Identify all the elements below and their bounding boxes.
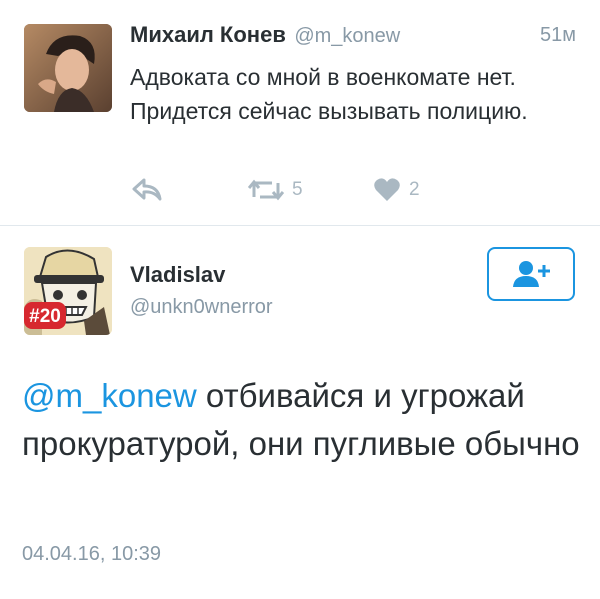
- avatar[interactable]: #20: [24, 247, 112, 335]
- retweet-icon: [248, 179, 284, 201]
- user-photo-avatar-icon: [24, 24, 112, 112]
- reply-button[interactable]: [132, 172, 162, 208]
- retweet-button[interactable]: 5: [248, 172, 303, 208]
- tweet-text: @m_konew отбивайся и угрожай прокуратуро…: [22, 372, 582, 468]
- tweet-header: Михаил Конев @m_konew 51м: [130, 22, 576, 56]
- avatar[interactable]: [24, 24, 112, 112]
- mention-link[interactable]: @m_konew: [22, 377, 197, 414]
- author-name[interactable]: Vladislav: [130, 262, 225, 288]
- add-user-icon: [513, 261, 550, 287]
- timestamp[interactable]: 51м: [540, 24, 576, 47]
- avatar-badge: #20: [29, 306, 61, 327]
- reply-icon: [132, 178, 162, 201]
- cartoon-avatar-icon: #20: [24, 247, 112, 335]
- author-name[interactable]: Михаил Конев: [130, 22, 286, 47]
- retweet-count: 5: [292, 179, 303, 200]
- tweet-actions: 5 2: [130, 172, 530, 208]
- tweet-text: Адвоката со мной в военкомате нет. Приде…: [130, 64, 528, 124]
- like-button[interactable]: 2: [373, 172, 420, 208]
- parent-tweet[interactable]: Михаил Конев @m_konew 51м Адвоката со мн…: [0, 0, 600, 226]
- follow-button[interactable]: [487, 247, 575, 301]
- author-handle[interactable]: @unkn0wnerror: [130, 296, 273, 319]
- author-handle[interactable]: @m_konew: [294, 25, 400, 47]
- like-count: 2: [409, 179, 420, 200]
- heart-icon: [374, 178, 400, 201]
- tweet-date[interactable]: 04.04.16, 10:39: [22, 543, 161, 566]
